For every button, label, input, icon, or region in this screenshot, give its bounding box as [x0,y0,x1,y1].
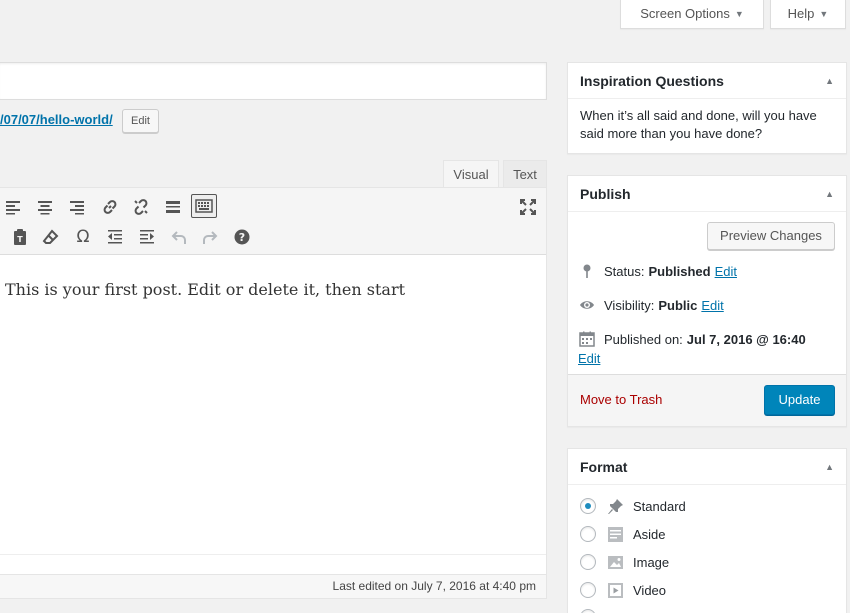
undo-icon[interactable] [168,226,190,248]
published-date-row: Published on: Jul 7, 2016 @ 16:40 [578,330,806,348]
visibility-label: Visibility: [604,297,655,313]
permalink-link[interactable]: /07/07/hello-world/ [0,112,113,127]
update-button[interactable]: Update [764,385,835,415]
outdent-icon[interactable] [104,226,126,248]
preview-changes-button[interactable]: Preview Changes [707,222,835,250]
editor-content[interactable]: This is your first post. Edit or delete … [5,280,405,299]
visibility-row: Visibility: Public Edit [578,296,724,314]
align-right-icon[interactable] [66,196,88,218]
publish-box: Publish ▲ Preview Changes Status: Publis… [567,175,847,427]
collapse-arrow-icon[interactable]: ▲ [825,462,834,472]
published-date-edit-link[interactable]: Edit [578,351,600,366]
read-more-icon[interactable] [162,196,184,218]
align-center-icon[interactable] [34,196,56,218]
editor-status-bar: Last edited on July 7, 2016 at 4:40 pm [0,574,546,598]
screen-options-button[interactable]: Screen Options ▼ [620,0,764,29]
aside-icon [606,525,624,543]
format-label-image: Image [633,554,670,570]
editor-divider [0,554,546,555]
format-label-aside: Aside [633,526,666,542]
tab-text[interactable]: Text [503,160,547,188]
svg-text:T: T [17,235,23,244]
post-editor: T Ω ? This is your first post. Edit or d… [0,187,547,599]
format-option-standard[interactable]: Standard [580,497,686,515]
fullscreen-icon[interactable] [517,196,539,218]
toolbar-toggle-icon[interactable] [191,194,217,218]
calendar-icon [578,330,596,348]
inspiration-questions-box: Inspiration Questions ▲ When it’s all sa… [567,62,847,154]
visibility-edit-link[interactable]: Edit [701,298,723,313]
indent-icon[interactable] [136,226,158,248]
editor-toolbar: T Ω ? [0,188,546,255]
inspiration-box-header[interactable]: Inspiration Questions ▲ [568,63,846,99]
unlink-icon[interactable] [130,196,152,218]
visibility-value: Public [658,297,698,313]
last-edited-text: Last edited on July 7, 2016 at 4:40 pm [332,579,536,593]
eye-icon [578,296,596,314]
format-radio-partial[interactable] [580,609,596,613]
permalink: /07/07/hello-world/ [0,112,113,127]
pushpin-icon [606,497,624,515]
published-on-label: Published on: [604,331,683,347]
format-box-header[interactable]: Format ▲ [568,449,846,485]
video-icon [606,581,624,599]
format-option-image[interactable]: Image [580,553,669,571]
special-character-icon[interactable]: Ω [72,226,94,248]
published-on-value: Jul 7, 2016 @ 16:40 [686,331,806,347]
align-left-icon[interactable] [2,196,24,218]
format-radio-aside[interactable] [580,526,596,542]
publish-box-header[interactable]: Publish ▲ [568,176,846,212]
status-value: Published [648,263,711,279]
status-label: Status: [604,263,645,279]
screen-options-label: Screen Options [640,6,730,21]
image-icon [606,553,624,571]
status-edit-link[interactable]: Edit [715,264,737,279]
help-label: Help [787,6,815,21]
move-to-trash-link[interactable]: Move to Trash [580,392,662,407]
keyboard-shortcuts-help-icon[interactable]: ? [231,226,253,248]
paste-as-text-icon[interactable]: T [9,226,31,248]
format-radio-video[interactable] [580,582,596,598]
insert-link-icon[interactable] [99,196,121,218]
format-option-partial[interactable] [580,609,606,613]
post-title-input[interactable] [0,62,547,100]
format-option-video[interactable]: Video [580,581,666,599]
inspiration-box-title: Inspiration Questions [580,72,724,89]
permalink-edit-button[interactable]: Edit [122,109,159,133]
inspiration-question-text: When it’s all said and done, will you ha… [580,108,817,141]
format-label-standard: Standard [633,498,686,514]
help-button[interactable]: Help ▼ [770,0,846,29]
publish-box-title: Publish [580,185,631,202]
pin-icon [578,262,596,280]
clear-formatting-icon[interactable] [40,226,62,248]
tab-visual[interactable]: Visual [443,160,499,188]
caret-down-icon: ▼ [819,9,829,19]
redo-icon[interactable] [199,226,221,248]
svg-text:?: ? [239,231,245,244]
format-label-video: Video [633,582,667,598]
post-status-row: Status: Published Edit [578,262,737,280]
collapse-arrow-icon[interactable]: ▲ [825,189,834,199]
collapse-arrow-icon[interactable]: ▲ [825,76,834,86]
format-radio-standard[interactable] [580,498,596,514]
publish-actions: Move to Trash Update [568,374,846,426]
format-box-title: Format [580,458,628,475]
caret-down-icon: ▼ [734,9,744,19]
format-box: Format ▲ Standard Aside Image Video [567,448,847,613]
format-radio-image[interactable] [580,554,596,570]
format-option-aside[interactable]: Aside [580,525,666,543]
